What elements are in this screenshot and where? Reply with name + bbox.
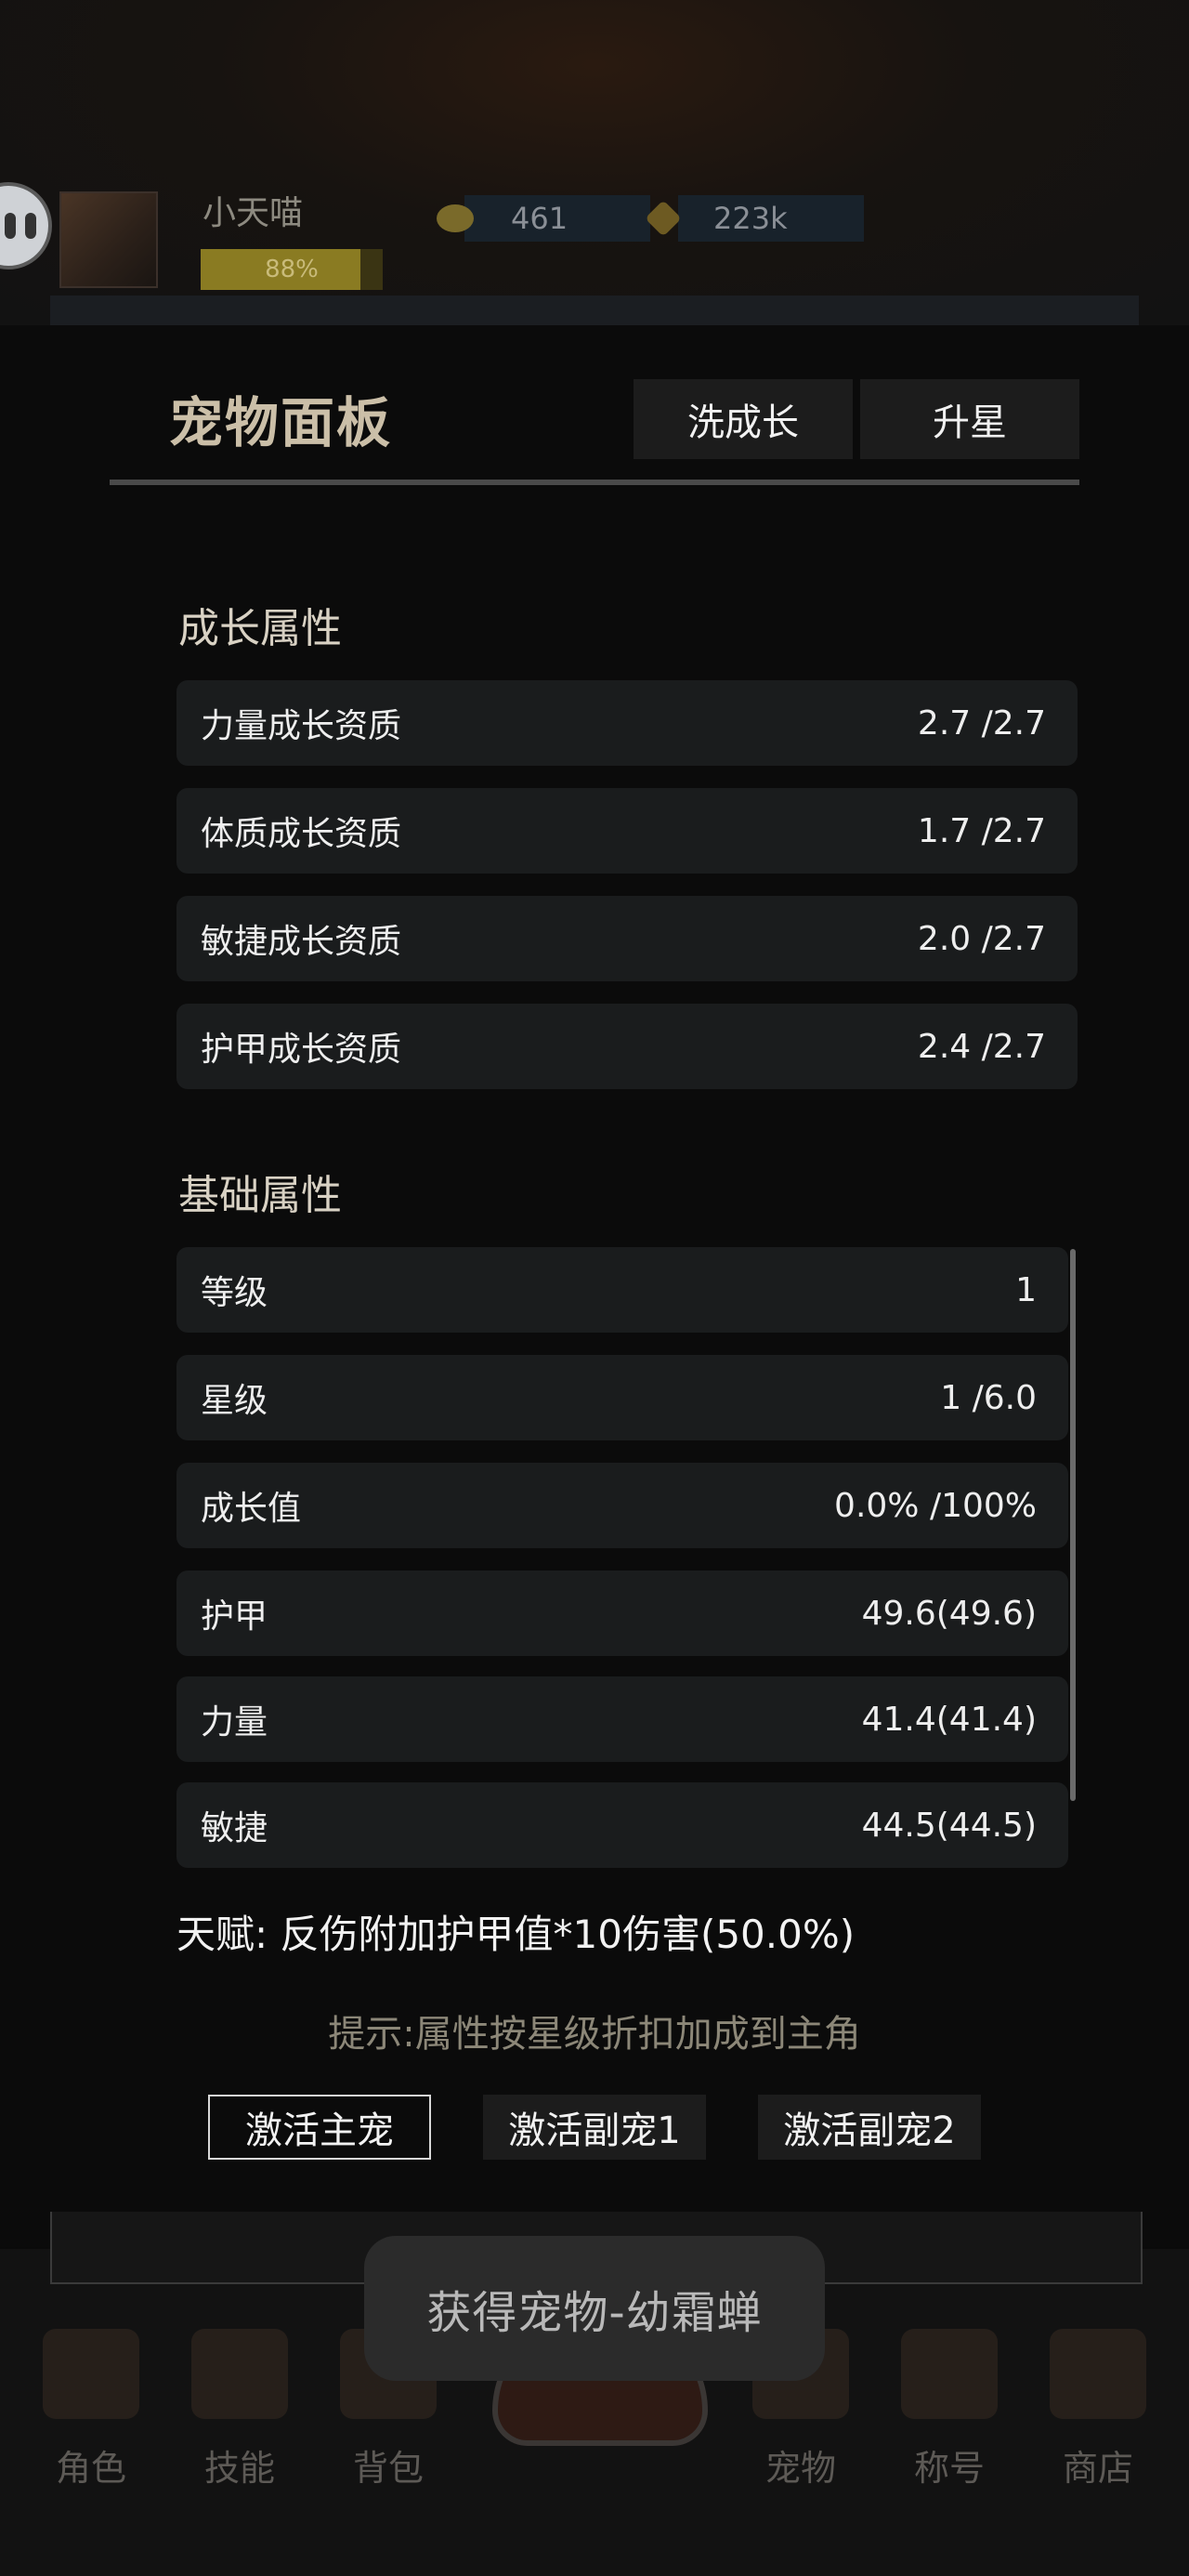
stat-label: 星级 [201,1382,268,1420]
background-scene [0,0,1189,325]
stat-value: 49.6(49.6) [861,1594,1037,1633]
stat-value: 2.7 /2.7 [917,703,1046,743]
nav-label: 技能 [203,2448,275,2489]
stat-label: 敏捷成长资质 [201,923,402,961]
player-avatar [59,191,158,288]
skill-book-icon [191,2329,288,2419]
stat-label: 力量成长资质 [201,707,402,745]
diamond-amount: 223k [713,201,788,236]
nav-label: 宠物 [764,2448,836,2489]
nav-label: 角色 [55,2448,126,2489]
growth-row: 力量成长资质 2.7 /2.7 [176,680,1078,766]
top-strip [50,296,1139,327]
talent-text: 天赋: 反伤附加护甲值*10伤害(50.0%) [176,1912,856,1957]
stat-value: 1.7 /2.7 [917,811,1046,850]
nav-label: 商店 [1062,2448,1133,2489]
stat-value: 0.0% /100% [834,1486,1037,1525]
nav-item-titles[interactable]: 称号 [884,2305,1014,2491]
nav-label: 背包 [352,2448,424,2489]
stat-value: 2.0 /2.7 [917,919,1046,958]
star-up-button[interactable]: 升星 [860,379,1079,459]
base-list-scrollbar[interactable] [1070,1249,1076,1801]
wash-growth-button[interactable]: 洗成长 [634,379,853,459]
stat-label: 护甲成长资质 [201,1031,402,1069]
pet-panel: 宠物面板 洗成长 升星 成长属性 力量成长资质 2.7 /2.7 体质成长资质 … [0,325,1189,2247]
growth-row: 敏捷成长资质 2.0 /2.7 [176,896,1078,981]
toast-message: 获得宠物-幼霜蝉 [364,2236,825,2381]
growth-section-title: 成长属性 [178,605,342,652]
exp-percent: 88% [265,256,319,283]
stat-label: 护甲 [201,1597,268,1636]
base-row: 力量 41.4(41.4) [176,1676,1068,1762]
stat-value: 44.5(44.5) [861,1806,1037,1845]
stat-value: 1 [1015,1270,1037,1309]
growth-row: 体质成长资质 1.7 /2.7 [176,788,1078,874]
hint-text: 提示:属性按星级折扣加成到主角 [328,2013,861,2056]
gold-currency: 461 [437,195,650,242]
nav-item-skills[interactable]: 技能 [175,2305,305,2491]
nav-item-character[interactable]: 角色 [26,2305,156,2491]
nav-label: 称号 [913,2448,985,2489]
nav-item-shop[interactable]: 商店 [1033,2305,1163,2491]
shop-icon [1050,2329,1146,2419]
gold-amount: 461 [511,201,568,236]
stat-label: 力量 [201,1703,268,1741]
activate-sub-pet-2-button[interactable]: 激活副宠2 [758,2095,981,2160]
base-row: 护甲 49.6(49.6) [176,1571,1068,1656]
exp-bar: 88% [201,249,383,290]
stat-value: 1 /6.0 [940,1378,1037,1417]
player-name: 小天喵 [203,194,304,232]
base-row: 成长值 0.0% /100% [176,1463,1068,1548]
base-section-title: 基础属性 [178,1172,342,1219]
stat-value: 2.4 /2.7 [917,1027,1046,1066]
stat-label: 体质成长资质 [201,815,402,853]
stat-label: 等级 [201,1274,268,1312]
stat-value: 41.4(41.4) [861,1700,1037,1739]
base-row: 等级 1 [176,1247,1068,1333]
activate-main-pet-button[interactable]: 激活主宠 [208,2095,431,2160]
base-row: 星级 1 /6.0 [176,1355,1068,1440]
title-divider [110,480,1079,485]
stat-label: 成长值 [201,1490,302,1528]
diamond-currency: 223k [645,195,864,242]
gold-ingot-icon [437,204,474,232]
title-badge-icon [901,2329,998,2419]
tent-icon [43,2329,139,2419]
stat-label: 敏捷 [201,1809,268,1847]
base-row: 敏捷 44.5(44.5) [176,1782,1068,1868]
activate-sub-pet-1-button[interactable]: 激活副宠1 [483,2095,706,2160]
panel-title: 宠物面板 [169,391,393,454]
growth-row: 护甲成长资质 2.4 /2.7 [176,1004,1078,1089]
